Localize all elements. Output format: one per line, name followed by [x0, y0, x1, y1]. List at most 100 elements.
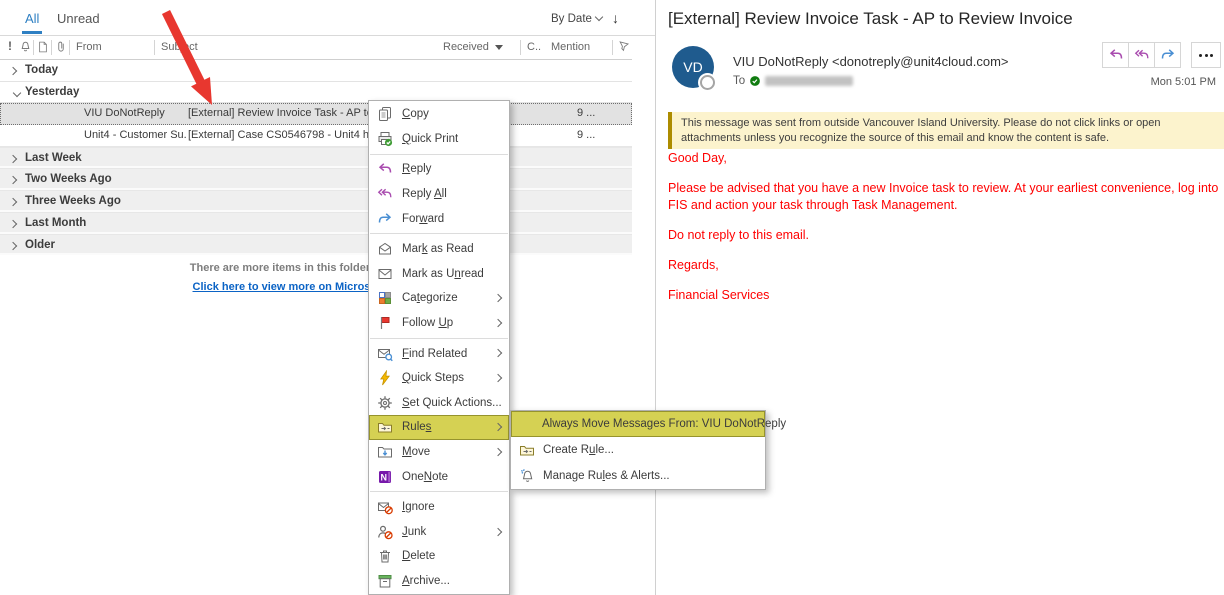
menu-item-label: Reply All — [402, 188, 447, 200]
sort-descending-icon — [495, 45, 503, 50]
group-header-three-weeks-ago[interactable]: Three Weeks Ago — [0, 190, 632, 212]
svg-text:N: N — [381, 472, 388, 482]
group-header-last-month[interactable]: Last Month — [0, 212, 632, 234]
chevron-down-icon[interactable] — [13, 88, 21, 96]
reply-all-icon — [1134, 47, 1150, 63]
reply-all-button[interactable] — [1128, 42, 1155, 68]
reply-icon — [1108, 47, 1124, 63]
menu-item-delete[interactable]: Delete — [369, 544, 509, 569]
chevron-right-icon[interactable] — [9, 241, 17, 249]
chevron-right-icon[interactable] — [9, 67, 17, 75]
menu-item-label: Quick Steps — [402, 372, 464, 384]
column-subject[interactable]: Subject — [161, 41, 198, 53]
submenu-item-create-rule[interactable]: Create Rule... — [511, 437, 765, 463]
external-warning-banner: This message was sent from outside Vanco… — [668, 112, 1224, 149]
group-label: Two Weeks Ago — [25, 173, 112, 185]
chevron-right-icon[interactable] — [9, 155, 17, 163]
menu-separator — [370, 338, 508, 339]
menu-item-mark-as-read[interactable]: Mark as Read — [369, 237, 509, 262]
column-header-row: ! From Subject Received C.. Mention — [0, 36, 632, 60]
menu-item-label: Copy — [402, 108, 429, 120]
chevron-right-icon[interactable] — [9, 176, 17, 184]
reply-button[interactable] — [1102, 42, 1129, 68]
forward-icon — [1160, 47, 1176, 63]
column-separator — [520, 40, 521, 55]
group-header-today[interactable]: Today — [0, 60, 632, 82]
menu-item-ignore[interactable]: Ignore — [369, 495, 509, 520]
tab-all[interactable]: All — [25, 11, 39, 26]
group-header-two-weeks-ago[interactable]: Two Weeks Ago — [0, 168, 632, 190]
menu-item-set-quick-actions[interactable]: Set Quick Actions... — [369, 391, 509, 416]
message-row-3[interactable]: Unit4 - Customer Su...[External] Case CS… — [0, 125, 632, 147]
menu-item-reply-all[interactable]: Reply All — [369, 182, 509, 207]
submenu-arrow-icon — [494, 527, 502, 535]
archive-icon — [377, 573, 393, 589]
submenu-item-label: Manage Rules & Alerts... — [543, 470, 670, 482]
message-from: Unit4 - Customer Su... — [84, 129, 186, 141]
context-menu: Copy Quick Print Reply Reply All Forward Mark… — [368, 100, 510, 595]
menu-item-forward[interactable]: Forward — [369, 206, 509, 231]
forward-button[interactable] — [1154, 42, 1181, 68]
menu-item-rules[interactable]: Rules — [369, 415, 509, 440]
message-list-pane: All Unread By Date ↓ ! From Subject — [0, 0, 655, 595]
column-from[interactable]: From — [76, 41, 102, 53]
menu-item-label: Ignore — [402, 501, 435, 513]
menu-item-onenote[interactable]: NOneNote — [369, 464, 509, 489]
column-separator — [69, 40, 70, 55]
lightning-icon — [377, 370, 393, 386]
sender-line[interactable]: VIU DoNotReply <donotreply@unit4cloud.co… — [733, 54, 1009, 69]
submenu-item-always-move-messages-from-viu-donotreply[interactable]: Always Move Messages From: VIU DoNotRepl… — [511, 411, 765, 437]
presence-indicator-icon — [700, 75, 715, 90]
group-header-last-week[interactable]: Last Week — [0, 147, 632, 169]
group-header-yesterday[interactable]: Yesterday — [0, 82, 632, 104]
submenu-item-manage-rules-alerts[interactable]: Manage Rules & Alerts... — [511, 463, 765, 489]
group-label: Today — [25, 64, 58, 76]
menu-item-follow-up[interactable]: Follow Up — [369, 311, 509, 336]
menu-item-reply[interactable]: Reply — [369, 157, 509, 182]
move-icon — [377, 444, 393, 460]
attachment-paperclip-icon[interactable] — [55, 40, 67, 57]
column-categories[interactable]: C.. — [527, 41, 541, 53]
email-body-paragraph: Please be advised that you have a new In… — [668, 180, 1220, 214]
print-icon — [377, 131, 393, 147]
reading-pane: [External] Review Invoice Task - AP to R… — [656, 0, 1224, 595]
chevron-right-icon[interactable] — [9, 198, 17, 206]
sort-by-dropdown[interactable]: By Date — [551, 13, 602, 25]
filter-icon[interactable] — [617, 40, 630, 57]
recipient-row: To — [733, 74, 853, 88]
menu-item-quick-print[interactable]: Quick Print — [369, 127, 509, 152]
menu-separator — [370, 233, 508, 234]
menu-item-mark-as-unread[interactable]: Mark as Unread — [369, 262, 509, 287]
submenu-arrow-icon — [494, 374, 502, 382]
sort-direction-button[interactable]: ↓ — [612, 10, 619, 26]
message-from: VIU DoNotReply — [84, 107, 186, 119]
menu-item-label: Quick Print — [402, 133, 458, 145]
chevron-right-icon[interactable] — [9, 220, 17, 228]
menu-item-copy[interactable]: Copy — [369, 102, 509, 127]
tab-unread[interactable]: Unread — [57, 11, 100, 26]
importance-column-icon[interactable]: ! — [8, 39, 12, 53]
group-label: Last Month — [25, 217, 86, 229]
column-received[interactable]: Received — [443, 41, 503, 53]
menu-item-find-related[interactable]: Find Related — [369, 341, 509, 366]
menu-item-label: Reply — [402, 163, 431, 175]
menu-item-categorize[interactable]: Categorize — [369, 286, 509, 311]
group-header-older[interactable]: Older — [0, 234, 632, 256]
column-mention[interactable]: Mention — [551, 41, 590, 53]
categorize-icon — [377, 290, 393, 306]
menu-item-move[interactable]: Move — [369, 440, 509, 465]
reminder-bell-icon[interactable] — [19, 40, 32, 57]
chevron-down-icon — [595, 13, 603, 21]
item-type-column-icon[interactable] — [37, 40, 49, 57]
menu-item-archive[interactable]: Archive... — [369, 569, 509, 594]
more-actions-button[interactable] — [1191, 42, 1221, 68]
ellipsis-icon — [1199, 54, 1202, 57]
menu-item-label: Delete — [402, 550, 435, 562]
menu-item-label: Rules — [402, 421, 431, 433]
menu-item-junk[interactable]: Junk — [369, 520, 509, 545]
message-row-2[interactable]: VIU DoNotReply[External] Review Invoice … — [0, 103, 632, 125]
menu-item-quick-steps[interactable]: Quick Steps — [369, 366, 509, 391]
rules-icon — [377, 419, 393, 435]
menu-item-label: Archive... — [402, 575, 450, 587]
menu-separator — [370, 491, 508, 492]
